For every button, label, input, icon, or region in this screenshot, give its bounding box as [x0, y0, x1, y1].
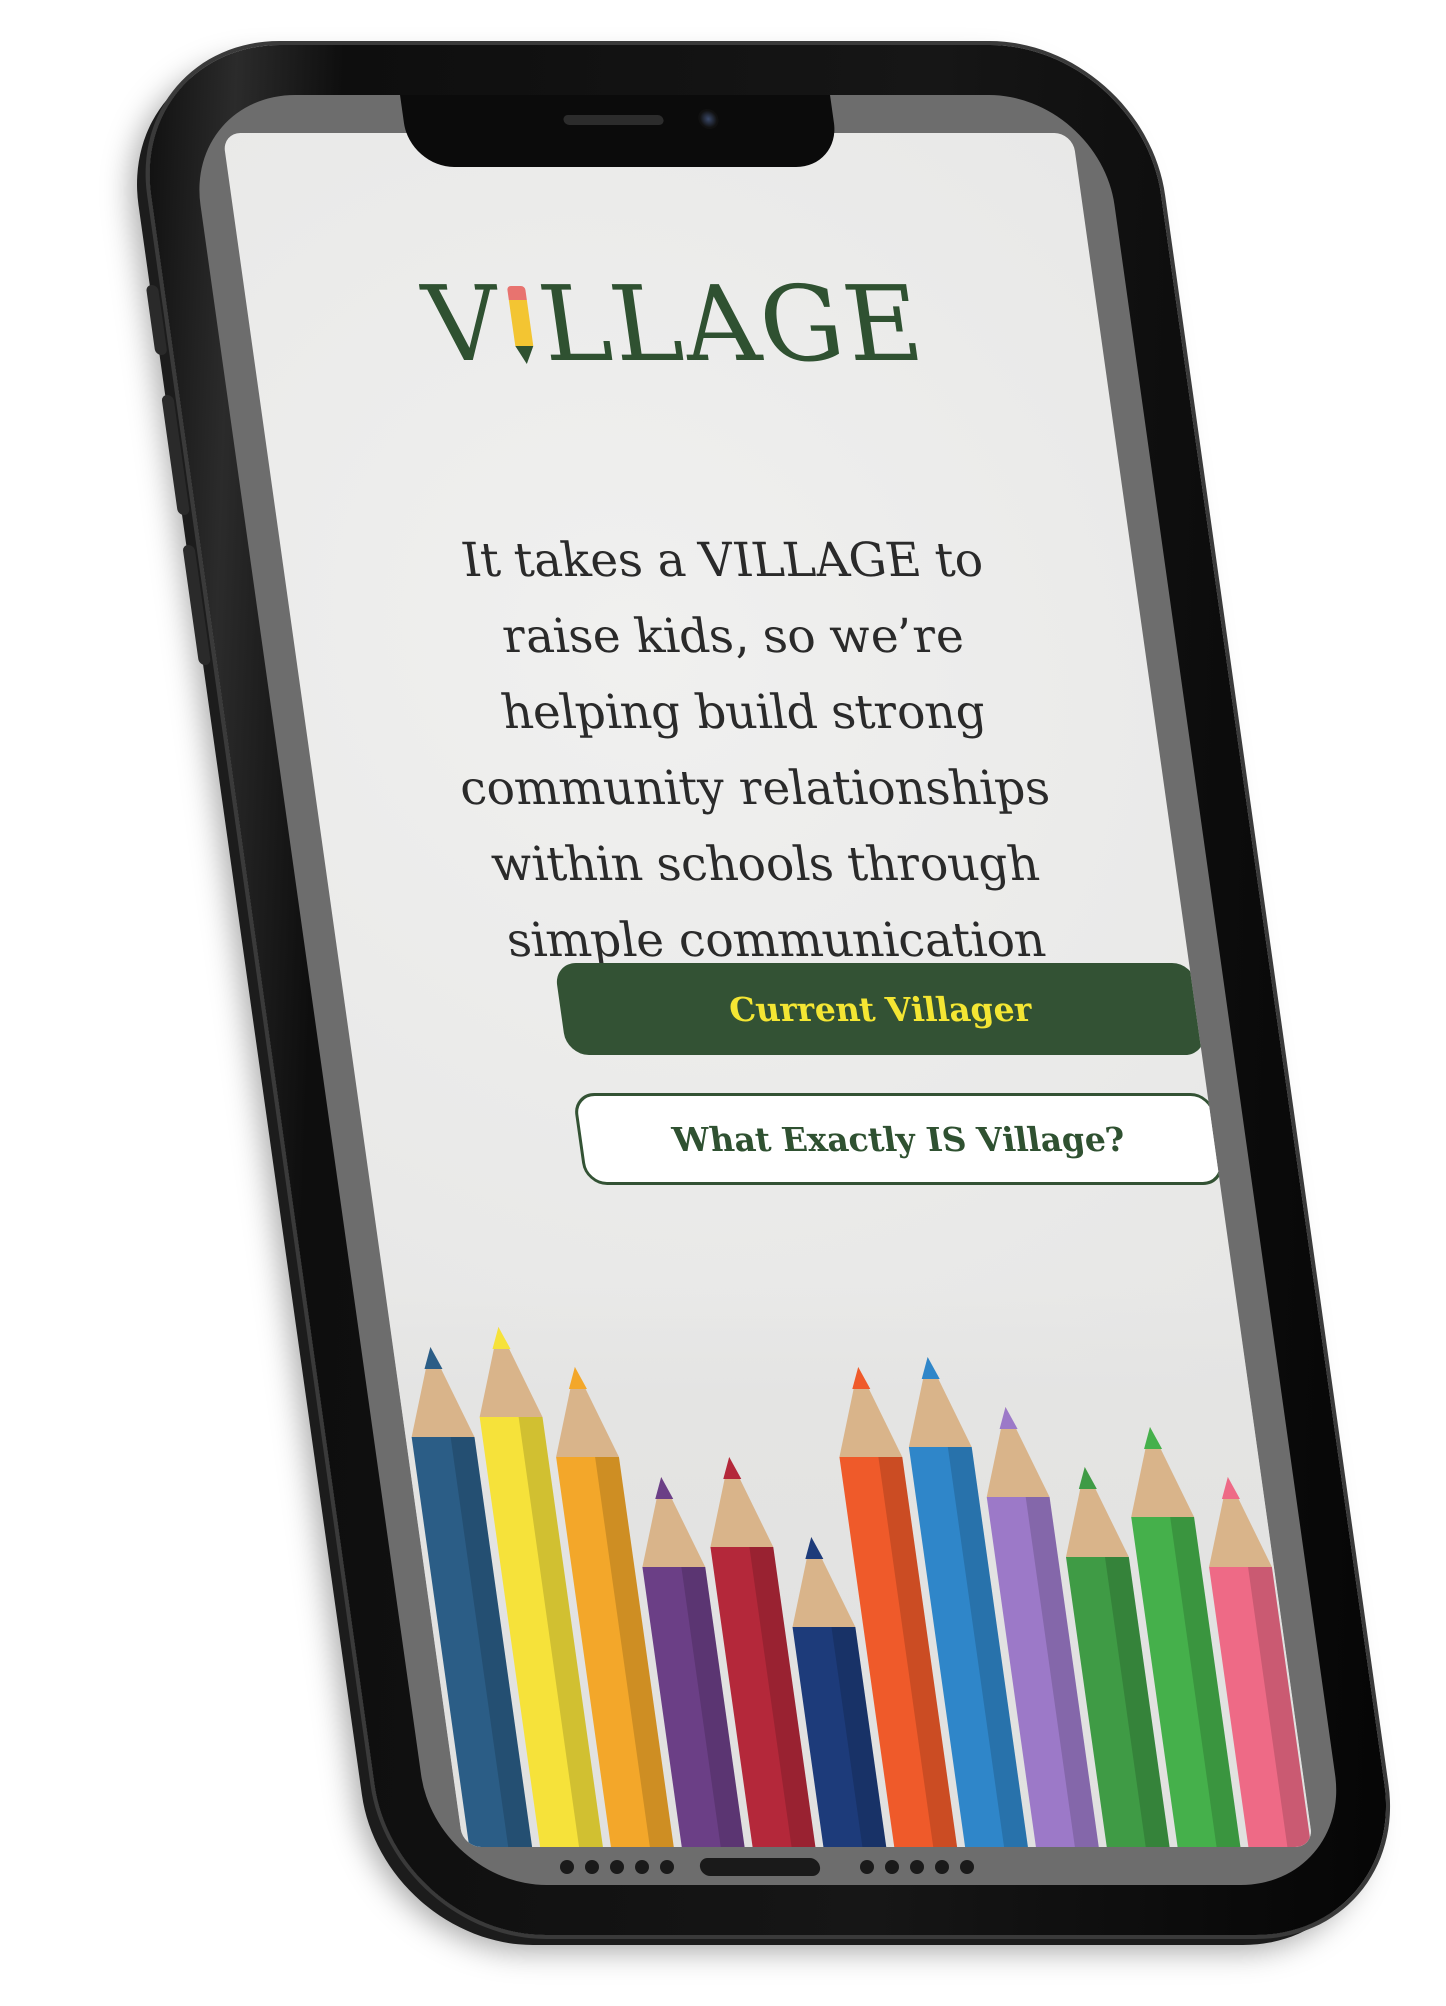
notch — [400, 95, 841, 167]
screen-bezel: V LLAGE It takes a VILLAGE to raise kids,… — [185, 95, 1351, 1885]
speaker-grille-hole — [935, 1860, 949, 1874]
pencil-i-icon — [503, 286, 540, 364]
speaker-grille-hole — [660, 1860, 674, 1874]
app-screen: V LLAGE It takes a VILLAGE to raise kids,… — [222, 133, 1314, 1847]
tagline-line: helping build strong — [498, 685, 990, 740]
tagline-line: within schools through — [487, 837, 1043, 892]
lightning-port — [698, 1858, 822, 1876]
front-camera-icon — [696, 109, 720, 129]
speaker-grille-hole — [610, 1860, 624, 1874]
speaker-grille-hole — [910, 1860, 924, 1874]
tagline-line: community relationships — [456, 761, 1053, 816]
volume-down-button — [182, 545, 212, 665]
pencils-illustration — [411, 1327, 1312, 1847]
volume-up-button — [161, 395, 191, 515]
tagline-line: It takes a VILLAGE to — [458, 533, 987, 588]
earpiece-speaker — [562, 115, 665, 125]
speaker-grille-hole — [860, 1860, 874, 1874]
device-mockup: V LLAGE It takes a VILLAGE to raise kids,… — [0, 0, 1446, 2006]
colored-pencils-image — [384, 1287, 1314, 1847]
mute-switch — [145, 285, 168, 355]
phone-frame: V LLAGE It takes a VILLAGE to raise kids,… — [130, 45, 1406, 1935]
what-is-village-button[interactable]: What Exactly IS Village? — [572, 1093, 1226, 1185]
logo-suffix: LLAGE — [532, 263, 932, 385]
speaker-grille-hole — [560, 1860, 574, 1874]
village-logo: V LLAGE — [241, 263, 1108, 385]
speaker-grille-hole — [635, 1860, 649, 1874]
logo-prefix: V — [416, 263, 512, 385]
tagline-line: raise kids, so we’re — [498, 609, 968, 664]
speaker-grille-hole — [885, 1860, 899, 1874]
current-villager-button[interactable]: Current Villager — [554, 963, 1207, 1055]
tagline: It takes a VILLAGE to raise kids, so we’… — [397, 523, 1101, 979]
speaker-grille-hole — [960, 1860, 974, 1874]
speaker-grille-hole — [585, 1860, 599, 1874]
